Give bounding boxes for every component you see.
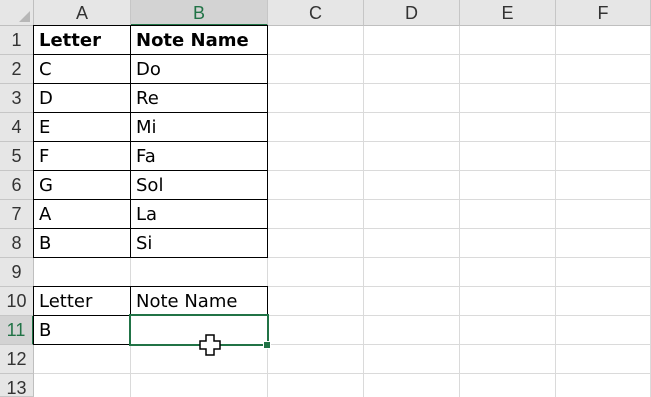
- column-header-e[interactable]: E: [460, 0, 556, 26]
- column-header-d[interactable]: D: [364, 0, 460, 26]
- cell-b2[interactable]: Do: [130, 54, 268, 84]
- column-header-a[interactable]: A: [34, 0, 131, 26]
- cell-b5[interactable]: Fa: [130, 141, 268, 171]
- cell-a7[interactable]: A: [33, 199, 131, 229]
- row-header-2[interactable]: 2: [0, 55, 34, 84]
- select-all-corner[interactable]: [0, 0, 34, 26]
- column-header-c[interactable]: C: [268, 0, 364, 26]
- cell-b8[interactable]: Si: [130, 228, 268, 258]
- row-header-11[interactable]: 11: [0, 316, 34, 345]
- row-header-6[interactable]: 6: [0, 171, 34, 200]
- gridline: [459, 26, 460, 397]
- gridline: [34, 373, 651, 374]
- cell-a8[interactable]: B: [33, 228, 131, 258]
- column-header-f[interactable]: F: [556, 0, 651, 26]
- spreadsheet-grid: A B C D E F 1 2 3 4 5 6 7 8 9 10 11 12 1…: [0, 0, 651, 397]
- gridline: [555, 26, 556, 397]
- row-header-12[interactable]: 12: [0, 345, 34, 374]
- cell-b4[interactable]: Mi: [130, 112, 268, 142]
- cell-a3[interactable]: D: [33, 83, 131, 113]
- row-header-4[interactable]: 4: [0, 113, 34, 142]
- row-header-3[interactable]: 3: [0, 84, 34, 113]
- row-header-9[interactable]: 9: [0, 258, 34, 287]
- cell-select-cross-cursor-icon: [199, 334, 221, 356]
- cell-b6[interactable]: Sol: [130, 170, 268, 200]
- cell-a1[interactable]: Letter: [33, 25, 131, 55]
- select-all-triangle-icon: [19, 11, 30, 22]
- row-header-7[interactable]: 7: [0, 200, 34, 229]
- fill-handle[interactable]: [263, 341, 271, 349]
- row-header-5[interactable]: 5: [0, 142, 34, 171]
- row-header-1[interactable]: 1: [0, 26, 34, 55]
- cell-a10[interactable]: Letter: [33, 286, 131, 316]
- row-header-13[interactable]: 13: [0, 374, 34, 397]
- cell-a5[interactable]: F: [33, 141, 131, 171]
- cell-a6[interactable]: G: [33, 170, 131, 200]
- cell-b7[interactable]: La: [130, 199, 268, 229]
- gridline: [363, 26, 364, 397]
- cell-b3[interactable]: Re: [130, 83, 268, 113]
- column-header-b[interactable]: B: [131, 0, 268, 26]
- cell-a2[interactable]: C: [33, 54, 131, 84]
- row-header-8[interactable]: 8: [0, 229, 34, 258]
- cell-b1[interactable]: Note Name: [130, 25, 268, 55]
- cell-b10[interactable]: Note Name: [130, 286, 268, 316]
- cell-a11[interactable]: B: [33, 315, 131, 345]
- row-header-10[interactable]: 10: [0, 287, 34, 316]
- cell-a4[interactable]: E: [33, 112, 131, 142]
